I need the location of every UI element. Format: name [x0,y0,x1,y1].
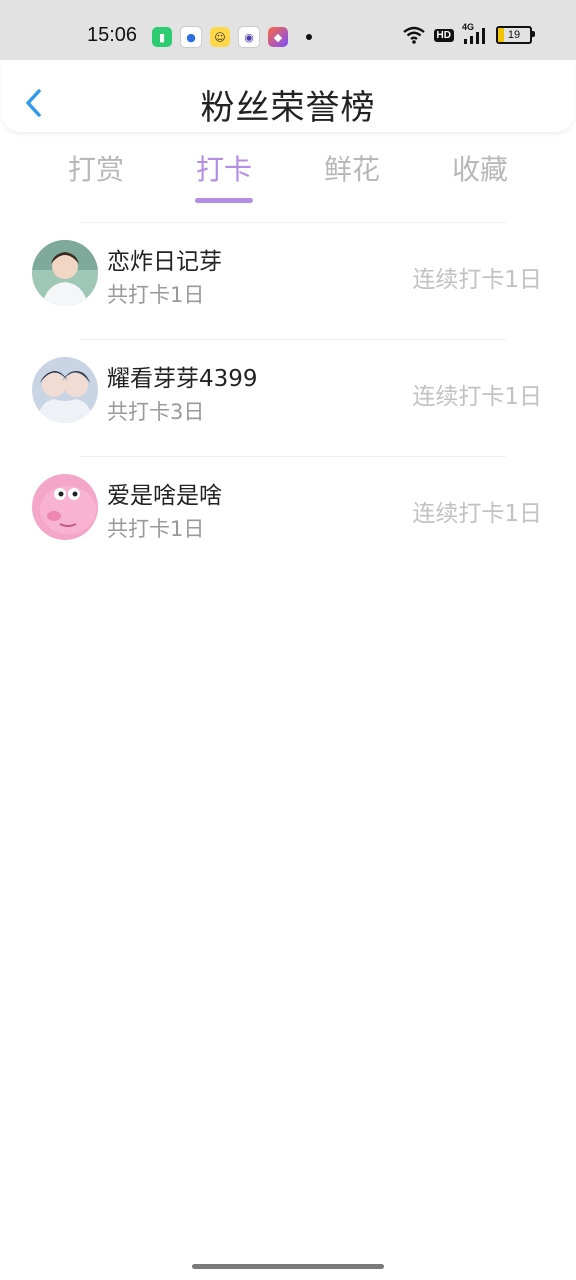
battery-level: 19 [507,29,521,41]
location-app-icon: ● [180,26,202,48]
tab-checkin[interactable]: 打卡 [160,148,288,208]
tab-flowers[interactable]: 鲜花 [288,148,416,208]
status-bar: 15:06 ▮ ● ☺ ◉ ◆ HD 4G 19 [0,0,576,60]
battery-icon: 19 [496,26,535,44]
fan-name: 耀看芽芽4399 [107,366,258,392]
chat-app-icon: ☺ [210,27,230,47]
hd-badge: HD [433,28,454,42]
status-time: 15:06 [87,24,138,46]
wifi-icon [402,26,425,44]
page-title: 粉丝荣誉榜 [200,88,376,128]
checkin-streak: 连续打卡1日 [412,267,542,293]
more-notifications-dot [306,34,312,40]
fan-name: 恋炸日记芽 [107,249,222,275]
fan-ranking-list: 恋炸日记芽 共打卡1日 连续打卡1日 耀看芽芽4399 共打卡3日 连续打卡1日 [0,222,576,573]
tab-favorites[interactable]: 收藏 [416,148,544,208]
total-checkins: 共打卡1日 [107,283,205,307]
total-checkins: 共打卡1日 [107,517,205,541]
avatar[interactable] [32,357,98,423]
signal-icon: 4G [462,22,488,44]
list-item[interactable]: 耀看芽芽4399 共打卡3日 连续打卡1日 [0,339,576,456]
home-indicator[interactable] [192,1264,384,1269]
battery-app-icon: ▮ [152,27,172,47]
fan-name: 爱是啥是啥 [107,483,222,509]
avatar[interactable] [32,474,98,540]
tab-reward[interactable]: 打赏 [32,148,160,208]
shortcut-app-icon: ◆ [268,27,288,47]
total-checkins: 共打卡3日 [107,400,205,424]
list-item[interactable]: 爱是啥是啥 共打卡1日 连续打卡1日 [0,456,576,573]
music-app-icon: ◉ [238,26,260,48]
checkin-streak: 连续打卡1日 [412,501,542,527]
list-item[interactable]: 恋炸日记芽 共打卡1日 连续打卡1日 [0,222,576,339]
system-indicators: HD 4G 19 [402,22,535,44]
tab-bar: 打赏 打卡 鲜花 收藏 [32,148,544,208]
network-type: 4G [462,22,475,32]
notification-icons: ▮ ● ☺ ◉ ◆ [152,26,312,48]
checkin-streak: 连续打卡1日 [412,384,542,410]
battery-fill [498,28,505,42]
avatar[interactable] [32,240,98,306]
header-bar: 粉丝荣誉榜 [2,60,574,132]
